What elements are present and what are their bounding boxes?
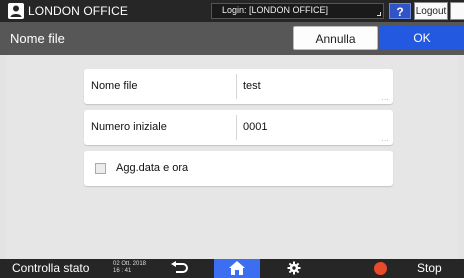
time-text: 16 : 41 — [113, 268, 132, 274]
login-corner-mark — [377, 12, 381, 16]
energy-saver-button[interactable] — [450, 2, 464, 20]
check-status-button[interactable]: Controlla stato — [12, 261, 89, 275]
file-name-label: Nome file — [91, 80, 138, 92]
top-bar: LONDON OFFICE Login: [LONDON OFFICE] ? L… — [0, 0, 464, 22]
user-icon — [8, 3, 24, 19]
start-number-value: 0001 — [243, 121, 268, 133]
more-icon: ... — [381, 136, 389, 143]
add-date-time-label: Agg.data e ora — [116, 162, 189, 174]
start-number-label: Numero iniziale — [91, 121, 167, 133]
user-name: LONDON OFFICE — [28, 4, 128, 18]
start-number-field[interactable]: Numero iniziale 0001 ... — [84, 110, 393, 145]
file-name-value: test — [243, 80, 261, 92]
date-text: 02 Ott. 2018 — [113, 261, 147, 267]
back-icon[interactable] — [170, 261, 188, 275]
gear-icon[interactable] — [287, 261, 301, 275]
cancel-button[interactable]: Annulla — [293, 26, 378, 50]
home-icon — [229, 261, 245, 275]
stop-button[interactable]: Stop — [417, 261, 442, 275]
login-text: Login: [LONDON OFFICE] — [222, 5, 329, 15]
logout-button[interactable]: Logout — [414, 2, 448, 20]
help-button[interactable]: ? — [389, 3, 411, 19]
field-divider — [236, 115, 237, 140]
page-title: Nome file — [10, 31, 65, 46]
ok-button[interactable]: OK — [380, 26, 464, 50]
field-divider — [236, 74, 237, 99]
user-indicator: LONDON OFFICE — [8, 3, 128, 19]
content-area: Nome file test ... Numero iniziale 0001 … — [6, 55, 458, 259]
file-name-field[interactable]: Nome file test ... — [84, 69, 393, 104]
add-date-time-option[interactable]: Agg.data e ora — [84, 151, 393, 186]
more-icon: ... — [381, 95, 389, 102]
login-field[interactable]: Login: [LONDON OFFICE] — [211, 3, 384, 19]
home-button[interactable] — [214, 259, 260, 278]
date-time: 02 Ott. 2018 16 : 41 — [113, 261, 146, 275]
bottom-bar: Controlla stato 02 Ott. 2018 16 : 41 Sto… — [0, 259, 464, 278]
stop-icon — [374, 262, 387, 275]
title-bar: Nome file Annulla OK — [0, 22, 464, 55]
add-date-time-checkbox[interactable] — [95, 163, 106, 174]
moon-icon — [455, 6, 460, 17]
